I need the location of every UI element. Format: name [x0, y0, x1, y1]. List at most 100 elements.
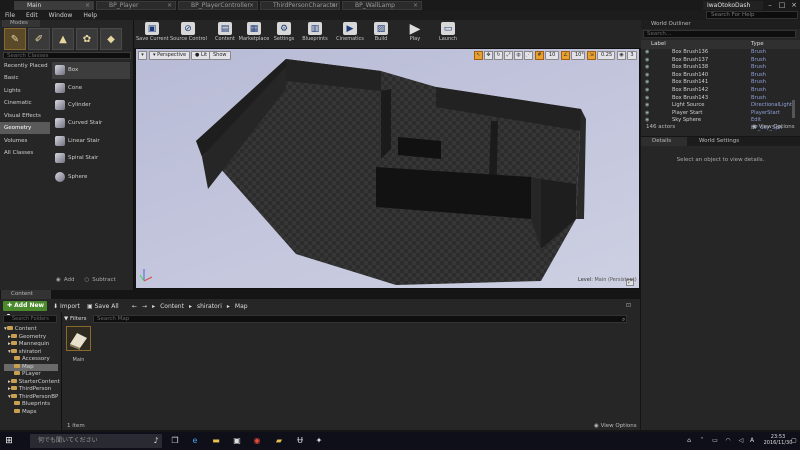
app-icon[interactable]: ✦ — [313, 435, 325, 447]
shape-linear-stair[interactable]: Linear Stair — [52, 133, 130, 150]
search-map-input[interactable]: Search Map — [93, 315, 627, 323]
folder-map[interactable]: Map — [4, 363, 58, 371]
outliner-row[interactable]: ◉ Box Brush137 Brush — [641, 57, 793, 65]
shape-cone[interactable]: Cone — [52, 80, 130, 97]
save-current-button[interactable]: ▣ Save Current — [136, 20, 169, 48]
tab-bp-player[interactable]: BP_Player × — [96, 1, 176, 10]
minimize-icon[interactable]: – — [764, 0, 776, 11]
people-icon[interactable]: ⌂ — [683, 435, 695, 447]
scale-snap-value[interactable]: 0.25 — [597, 51, 615, 60]
outliner-row[interactable]: ◉ Box Brush143 Brush — [641, 95, 793, 103]
scale-tool-icon[interactable]: ⤢ — [504, 51, 513, 60]
grid-snap-value[interactable]: 10 — [545, 51, 559, 60]
folder-thirdperson[interactable]: ▸ ThirdPerson — [8, 386, 51, 394]
shape-box[interactable]: Box — [52, 62, 130, 79]
folder-thirdpersonbp[interactable]: ▾ ThirdPersonBP — [8, 393, 58, 402]
content-button[interactable]: ▤ Content — [212, 20, 238, 48]
close-icon[interactable]: × — [85, 2, 90, 9]
folder-app-icon[interactable]: ▰ — [273, 435, 285, 447]
shape-curved-stair[interactable]: Curved Stair — [52, 115, 130, 132]
launch-button[interactable]: ▭ Launch — [436, 20, 460, 48]
eye-icon[interactable]: ◉ — [645, 87, 649, 95]
tab-details[interactable]: Details — [641, 137, 687, 146]
wifi-icon[interactable]: ◠ — [722, 435, 734, 447]
show-button[interactable]: Show — [209, 51, 231, 60]
category-volumes[interactable]: Volumes — [0, 135, 50, 147]
panel-divider[interactable] — [61, 312, 62, 430]
shape-sphere[interactable]: Sphere — [52, 169, 130, 186]
rotate-tool-icon[interactable]: ↻ — [494, 51, 503, 60]
outliner-view-options[interactable]: ◉ View Options — [752, 124, 795, 130]
notification-icon[interactable]: ▢ — [788, 435, 800, 447]
camera-speed-value[interactable]: 3 — [627, 51, 637, 60]
eye-icon[interactable]: ◉ — [645, 57, 649, 65]
store-icon[interactable]: ▣ — [231, 435, 243, 447]
column-label[interactable]: Label — [651, 41, 666, 47]
eye-icon[interactable]: ◉ — [645, 110, 649, 118]
blueprints-button[interactable]: ▥ Blueprints — [301, 20, 329, 48]
outliner-row[interactable]: ◉ Box Brush138 Brush — [641, 64, 793, 72]
help-search-input[interactable]: Search For Help — [706, 11, 798, 19]
close-icon[interactable]: × — [249, 2, 254, 9]
forward-icon[interactable]: → — [142, 303, 147, 310]
tab-main[interactable]: Main × — [14, 1, 94, 10]
edge-icon[interactable]: e — [189, 435, 201, 447]
outliner-search-input[interactable]: Search... — [643, 30, 796, 38]
play-button[interactable]: ▶ Play — [403, 20, 427, 48]
eye-icon[interactable]: ◉ — [645, 72, 649, 80]
breadcrumb-shiratori[interactable]: shiratori — [197, 303, 222, 310]
folder-geometry[interactable]: ▸ Geometry — [8, 333, 46, 342]
content-browser-tab[interactable]: Content Browser — [1, 290, 51, 306]
folder-shiratori[interactable]: ▾ shiratori — [8, 348, 42, 357]
world-local-icon[interactable]: ◍ — [514, 51, 523, 60]
eye-icon[interactable]: ◉ — [645, 95, 649, 103]
level-viewport[interactable] — [135, 48, 640, 289]
content-view-options[interactable]: ◉ View Options — [594, 423, 637, 429]
place-mode-icon[interactable]: ✎ — [4, 28, 26, 50]
grid-snap-icon[interactable]: # — [535, 51, 544, 60]
menu-edit[interactable]: Edit — [26, 12, 38, 19]
category-recently-placed[interactable]: Recently Placed — [0, 60, 50, 72]
lock-icon[interactable]: ⊡ — [626, 302, 631, 309]
source-control-button[interactable]: ⊘ Source Control — [170, 20, 207, 48]
outliner-row[interactable]: ◉ Light Source DirectionalLight — [641, 102, 793, 110]
microphone-icon[interactable]: ♪ — [150, 435, 162, 447]
select-tool-icon[interactable]: ↖ — [474, 51, 483, 60]
folder-startercontent[interactable]: ▸ StarterContent — [8, 378, 60, 387]
import-button[interactable]: ⬇ Import — [53, 302, 80, 311]
outliner-row[interactable]: ◉ Player Start PlayerStart — [641, 110, 793, 118]
outliner-row[interactable]: ◉ Box Brush142 Brush — [641, 87, 793, 95]
category-lights[interactable]: Lights — [0, 85, 50, 97]
breadcrumb-content[interactable]: Content — [160, 303, 184, 310]
unreal-engine-icon[interactable]: Ʉ — [294, 435, 306, 447]
category-all-classes[interactable]: All Classes — [0, 147, 50, 159]
folder-mannequin[interactable]: ▸ Mannequin — [8, 341, 49, 349]
tab-bp-playercontroller[interactable]: BP_PlayerController × — [178, 1, 258, 10]
folder-blueprints[interactable]: Blueprints — [14, 401, 50, 409]
file-explorer-icon[interactable]: ▬ — [210, 435, 222, 447]
close-icon[interactable]: × — [331, 2, 336, 9]
breadcrumb-map[interactable]: Map — [235, 303, 248, 310]
outliner-row[interactable]: ◉ Box Brush136 Brush — [641, 49, 793, 57]
shape-cylinder[interactable]: Cylinder — [52, 97, 130, 114]
eye-icon[interactable]: ◉ — [645, 64, 649, 72]
translate-tool-icon[interactable]: ✥ — [484, 51, 493, 60]
eye-icon[interactable]: ◉ — [645, 79, 649, 87]
taskbar-search-input[interactable]: 何でも聞いてください — [30, 434, 162, 448]
viewport-options-chevron-icon[interactable]: ▾ — [138, 51, 147, 60]
tab-thirdpersoncharacter[interactable]: ThirdPersonCharacter × — [260, 1, 340, 10]
surface-snap-icon[interactable]: ⋰ — [524, 51, 533, 60]
tray-chevron-icon[interactable]: ˄ — [696, 435, 708, 447]
foliage-mode-icon[interactable]: ✿ — [76, 28, 98, 50]
search-folders-input[interactable]: Search Folders — [3, 315, 57, 323]
outliner-scrollbar[interactable] — [792, 100, 795, 118]
column-type[interactable]: Type — [751, 41, 764, 47]
outliner-row[interactable]: ◉ Box Brush141 Brush — [641, 79, 793, 87]
close-icon[interactable]: × — [413, 2, 418, 9]
save-all-button[interactable]: ▣ Save All — [87, 302, 119, 311]
add-radio[interactable]: ◉ — [56, 277, 61, 283]
map-asset-thumbnail[interactable] — [66, 326, 91, 351]
menu-window[interactable]: Window — [49, 12, 73, 19]
search-classes-input[interactable]: Search Classes — [3, 52, 131, 59]
close-icon[interactable]: × — [167, 2, 172, 9]
